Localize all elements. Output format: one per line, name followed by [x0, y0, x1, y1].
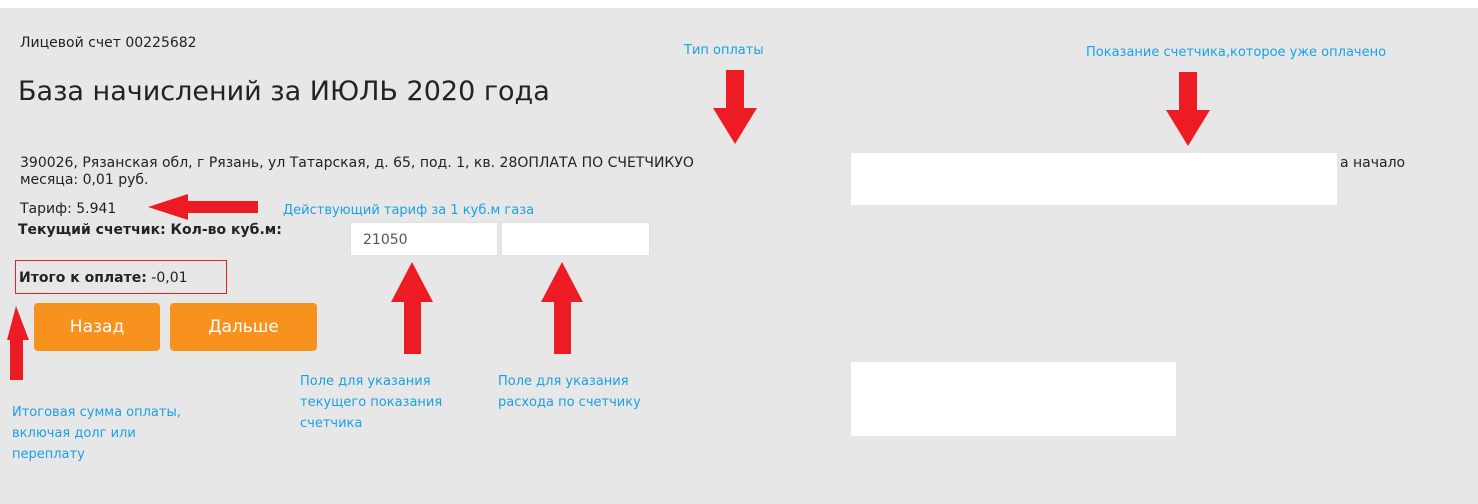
- arrow-down-icon: [1166, 72, 1210, 146]
- annotation-paid-reading: Показание счетчика,которое уже оплачено: [1086, 45, 1387, 60]
- consumption-input[interactable]: [501, 222, 650, 256]
- annotation-tariff: Действующий тариф за 1 куб.м газа: [283, 203, 535, 218]
- annotation-line: расхода по счетчику: [498, 395, 641, 410]
- annotation-line: включая долг или: [12, 426, 136, 441]
- annotation-current-field: Поле для указания текущего показания сче…: [300, 371, 442, 434]
- arrow-up-icon: [7, 306, 29, 380]
- annotation-line: счетчика: [300, 416, 363, 431]
- address-line-continuation: месяца: 0,01 руб.: [20, 172, 149, 188]
- tariff-label: Тариф: 5.941: [20, 201, 117, 217]
- back-button[interactable]: Назад: [34, 303, 160, 351]
- arrow-down-icon: [713, 70, 757, 144]
- arrow-left-icon: [148, 194, 258, 220]
- annotation-total: Итоговая сумма оплаты, включая долг или …: [12, 402, 181, 465]
- annotation-line: текущего показания: [300, 395, 443, 410]
- address-line: 390026, Рязанская обл, г Рязань, ул Тата…: [20, 155, 694, 171]
- account-number: Лицевой счет 00225682: [20, 35, 197, 51]
- annotation-line: Итоговая сумма оплаты,: [12, 405, 181, 420]
- total-label: Итого к оплате:: [19, 270, 147, 286]
- page-title: База начислений за ИЮЛЬ 2020 года: [18, 76, 550, 107]
- redaction-block: [851, 153, 1337, 205]
- next-button[interactable]: Дальше: [170, 303, 317, 351]
- total-to-pay-box: Итого к оплате: -0,01: [15, 260, 227, 294]
- annotation-line: переплату: [12, 447, 85, 462]
- arrow-up-icon: [541, 262, 583, 354]
- annotation-line: Поле для указания: [498, 374, 629, 389]
- redaction-block: [851, 362, 1176, 436]
- annotation-consumption-field: Поле для указания расхода по счетчику: [498, 371, 641, 413]
- annotation-payment-type: Тип оплаты: [684, 43, 764, 58]
- total-value: -0,01: [146, 270, 188, 286]
- address-line-tail: а начало: [1340, 155, 1406, 171]
- current-meter-label: Текущий счетчик: Кол-во куб.м:: [18, 222, 282, 238]
- current-reading-input[interactable]: 21050: [350, 222, 498, 256]
- annotation-line: Поле для указания: [300, 374, 431, 389]
- arrow-up-icon: [391, 262, 433, 354]
